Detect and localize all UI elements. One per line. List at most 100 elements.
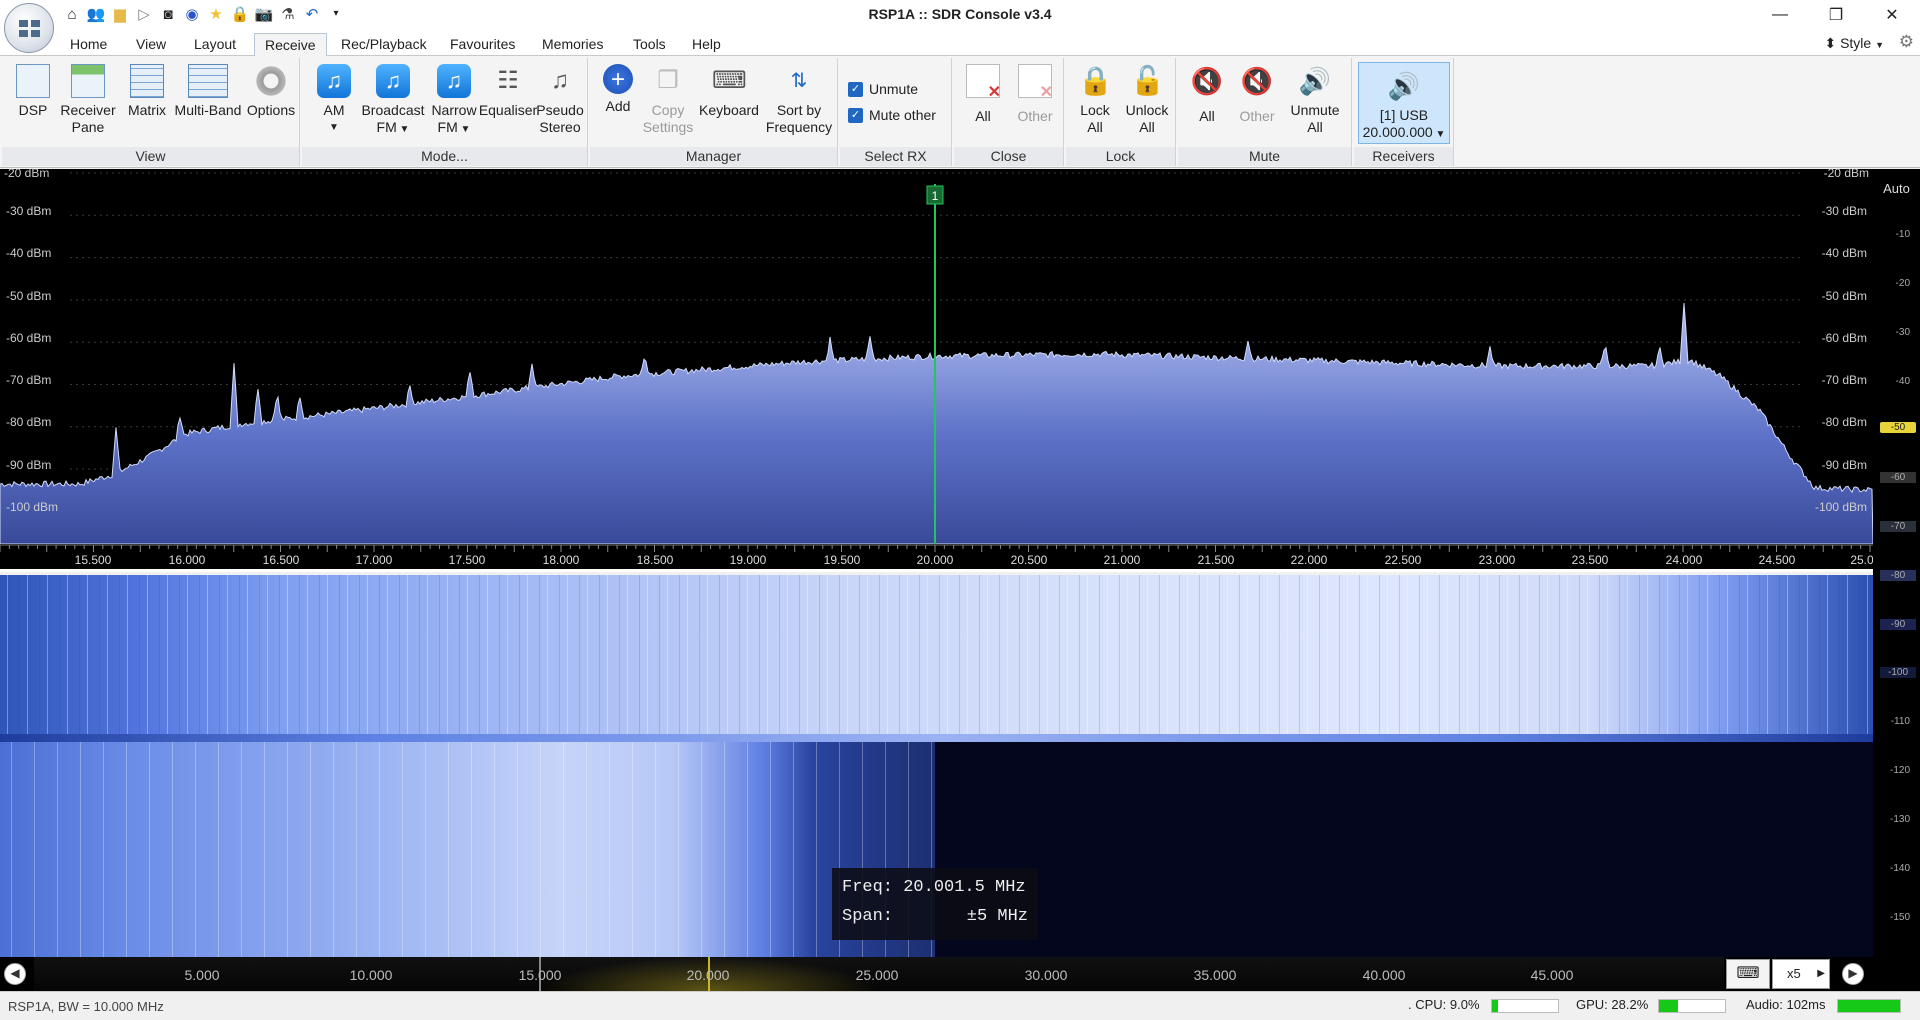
unmute-all-label-2: All — [1307, 119, 1323, 135]
tab-layout[interactable]: Layout — [184, 33, 246, 56]
spectrum-display[interactable]: 1 -20 dBm -30 dBm -40 dBm -50 dBm -60 dB… — [0, 169, 1873, 544]
tab-help[interactable]: Help — [682, 33, 731, 56]
group-lock: 🔒 Lock All 🔓 Unlock All Lock — [1066, 58, 1176, 166]
zoom-selector[interactable]: x5 ▶ — [1772, 959, 1830, 989]
ribbon-tabs: Home View Layout Receive Rec/Playback Fa… — [0, 30, 1920, 56]
tab-memories[interactable]: Memories — [532, 33, 613, 56]
mute-other-label: Other — [1239, 108, 1275, 124]
mute-other-button[interactable]: 🔇 Other — [1232, 58, 1282, 144]
receiver-pane-button[interactable]: Receiver Pane — [56, 58, 120, 144]
waterfall-lower-lines — [0, 742, 935, 957]
add-button[interactable]: + Add — [590, 58, 646, 144]
tab-tools[interactable]: Tools — [623, 33, 676, 56]
keyboard-icon: ⌨ — [1736, 965, 1760, 982]
mute-all-button[interactable]: 🔇 All — [1182, 58, 1232, 144]
group-mode-label: Mode... — [302, 147, 587, 166]
close-button[interactable]: ✕ — [1864, 0, 1920, 30]
sort-icon: ⇅ — [790, 70, 808, 92]
speaker-mute-icon: 🔇 — [1190, 66, 1224, 96]
frequency-axis[interactable]: 15.500 16.000 16.500 17.000 17.500 18.00… — [0, 544, 1874, 572]
level-label: -120 — [1889, 765, 1910, 776]
audio-label: Audio: 102ms — [1746, 997, 1826, 1012]
dbm-label-right: -40 dBm — [1821, 246, 1867, 260]
receiver-pane-icon — [71, 64, 105, 98]
unlock-all-label-1: Unlock — [1125, 102, 1169, 118]
receiver-frequency: 20.000.000 — [1362, 124, 1433, 140]
add-label: Add — [605, 98, 631, 114]
unmute-checkbox[interactable]: ✓ Unmute — [848, 80, 918, 98]
tab-home[interactable]: Home — [60, 33, 117, 56]
group-view: DSP Receiver Pane Matrix Multi-Band Optio… — [2, 58, 300, 166]
gpu-meter — [1657, 998, 1726, 1013]
style-menu[interactable]: ⬍ Style ▼ — [1824, 33, 1884, 55]
overview-tick-label: 40.000 — [1362, 967, 1406, 983]
waterfall-display[interactable]: Freq: 20.001.5 MHz Span: ±5 MHz — [0, 575, 1873, 957]
receiver-selector[interactable]: 🔊 [1] USB 20.000.000 ▼ — [1358, 62, 1450, 144]
unmute-all-button[interactable]: 🔊 Unmute All — [1284, 58, 1346, 144]
mute-other-checkbox[interactable]: ✓ Mute other — [848, 106, 936, 124]
tab-favourites[interactable]: Favourites — [440, 33, 525, 56]
pseudo-stereo-button[interactable]: ♫ Pseudo Stereo — [532, 58, 588, 144]
spectrum-plot: 1 — [0, 172, 1873, 544]
group-receivers-label: Receivers — [1354, 147, 1453, 166]
chevron-left-icon: ◀ — [10, 966, 20, 980]
group-mute: 🔇 All 🔇 Other 🔊 Unmute All Mute — [1178, 58, 1352, 166]
receiver-pane-label-2: Pane — [71, 119, 105, 135]
tab-receive[interactable]: Receive — [254, 33, 327, 56]
sdr-console-window: ⌂ 👥 ▆ ▷ ◙ ◉ ★ 🔒 📷 ⚗ ↶ ▾ RSP1A :: SDR Con… — [0, 0, 1920, 1020]
options-button[interactable]: Options — [244, 58, 298, 144]
group-select-rx-label: Select RX — [840, 147, 951, 166]
pseudo-stereo-label-1: Pseudo — [536, 102, 584, 118]
dsp-button[interactable]: DSP — [8, 58, 58, 144]
waterfall-divider — [0, 734, 1873, 742]
level-sidebar[interactable]: Auto -10 -20 -30 -40 -50 -60 -70 -80 -90… — [1873, 169, 1920, 957]
title-bar: ⌂ 👥 ▆ ▷ ◙ ◉ ★ 🔒 📷 ⚗ ↶ ▾ RSP1A :: SDR Con… — [0, 0, 1920, 53]
level-label: -130 — [1889, 814, 1910, 825]
lock-all-button[interactable]: 🔒 Lock All — [1070, 58, 1120, 144]
copy-settings-button[interactable]: ❐ Copy Settings — [640, 58, 696, 144]
audio-meter-fill — [1838, 999, 1901, 1012]
status-audio: Audio: 102ms — [1746, 997, 1902, 1013]
music-note-icon: ♫ — [437, 64, 471, 98]
pseudo-stereo-label-2: Stereo — [539, 119, 581, 135]
freq-tick-label: 21.500 — [1197, 553, 1235, 567]
dbm-label-left: -50 dBm — [6, 289, 52, 303]
freq-tick-label: 17.000 — [355, 553, 393, 567]
auto-button[interactable]: Auto — [1873, 181, 1920, 196]
keyboard-toggle-button[interactable]: ⌨ — [1726, 959, 1770, 989]
dbm-label-right: -30 dBm — [1821, 204, 1867, 218]
sort-by-frequency-button[interactable]: ⇅ Sort by Frequency — [762, 58, 836, 144]
dsp-label: DSP — [18, 102, 48, 118]
gpu-label: GPU: 28.2% — [1576, 997, 1649, 1012]
multiband-button[interactable]: Multi-Band — [172, 58, 244, 144]
lock-all-label-1: Lock — [1080, 102, 1110, 118]
am-label: AM — [323, 102, 345, 118]
level-highlight[interactable]: -50 — [1880, 422, 1916, 433]
overview-strip[interactable]: ◀ 5.000 10.000 15.000 20.000 25.000 30.0… — [0, 957, 1920, 991]
am-button[interactable]: ♫ AM ▼ — [304, 58, 364, 144]
restore-button[interactable]: ❐ — [1808, 0, 1864, 30]
cpu-meter-fill — [1492, 999, 1499, 1012]
broadcast-fm-button[interactable]: ♫ Broadcast FM ▼ — [358, 58, 428, 144]
keyboard-button[interactable]: ⌨ Keyboard — [694, 58, 764, 144]
dbm-label-left: -30 dBm — [6, 204, 52, 218]
tab-rec-playback[interactable]: Rec/Playback — [331, 33, 437, 56]
close-other-button[interactable]: Other — [1010, 58, 1060, 144]
overview-tick-label: 15.000 — [518, 967, 562, 983]
settings-gear-icon[interactable]: ⚙ — [1899, 32, 1914, 52]
scroll-left-button[interactable]: ◀ — [4, 963, 26, 985]
speaker-icon: 🔊 — [1298, 66, 1332, 96]
copy-settings-label-1: Copy — [651, 102, 685, 118]
unlock-all-button[interactable]: 🔓 Unlock All — [1120, 58, 1174, 144]
status-radio-info: RSP1A, BW = 10.000 MHz — [8, 999, 164, 1014]
group-close-label: Close — [954, 147, 1063, 166]
app-menu-button[interactable] — [4, 3, 54, 53]
matrix-button[interactable]: Matrix — [120, 58, 174, 144]
close-all-button[interactable]: All — [958, 58, 1008, 144]
scroll-right-button[interactable]: ▶ — [1842, 963, 1864, 985]
unmute-label: Unmute — [869, 81, 919, 97]
tab-view[interactable]: View — [126, 33, 176, 56]
level-label: -110 — [1890, 716, 1910, 727]
dbm-label-left: -70 dBm — [6, 373, 52, 387]
minimize-button[interactable]: — — [1752, 0, 1808, 30]
